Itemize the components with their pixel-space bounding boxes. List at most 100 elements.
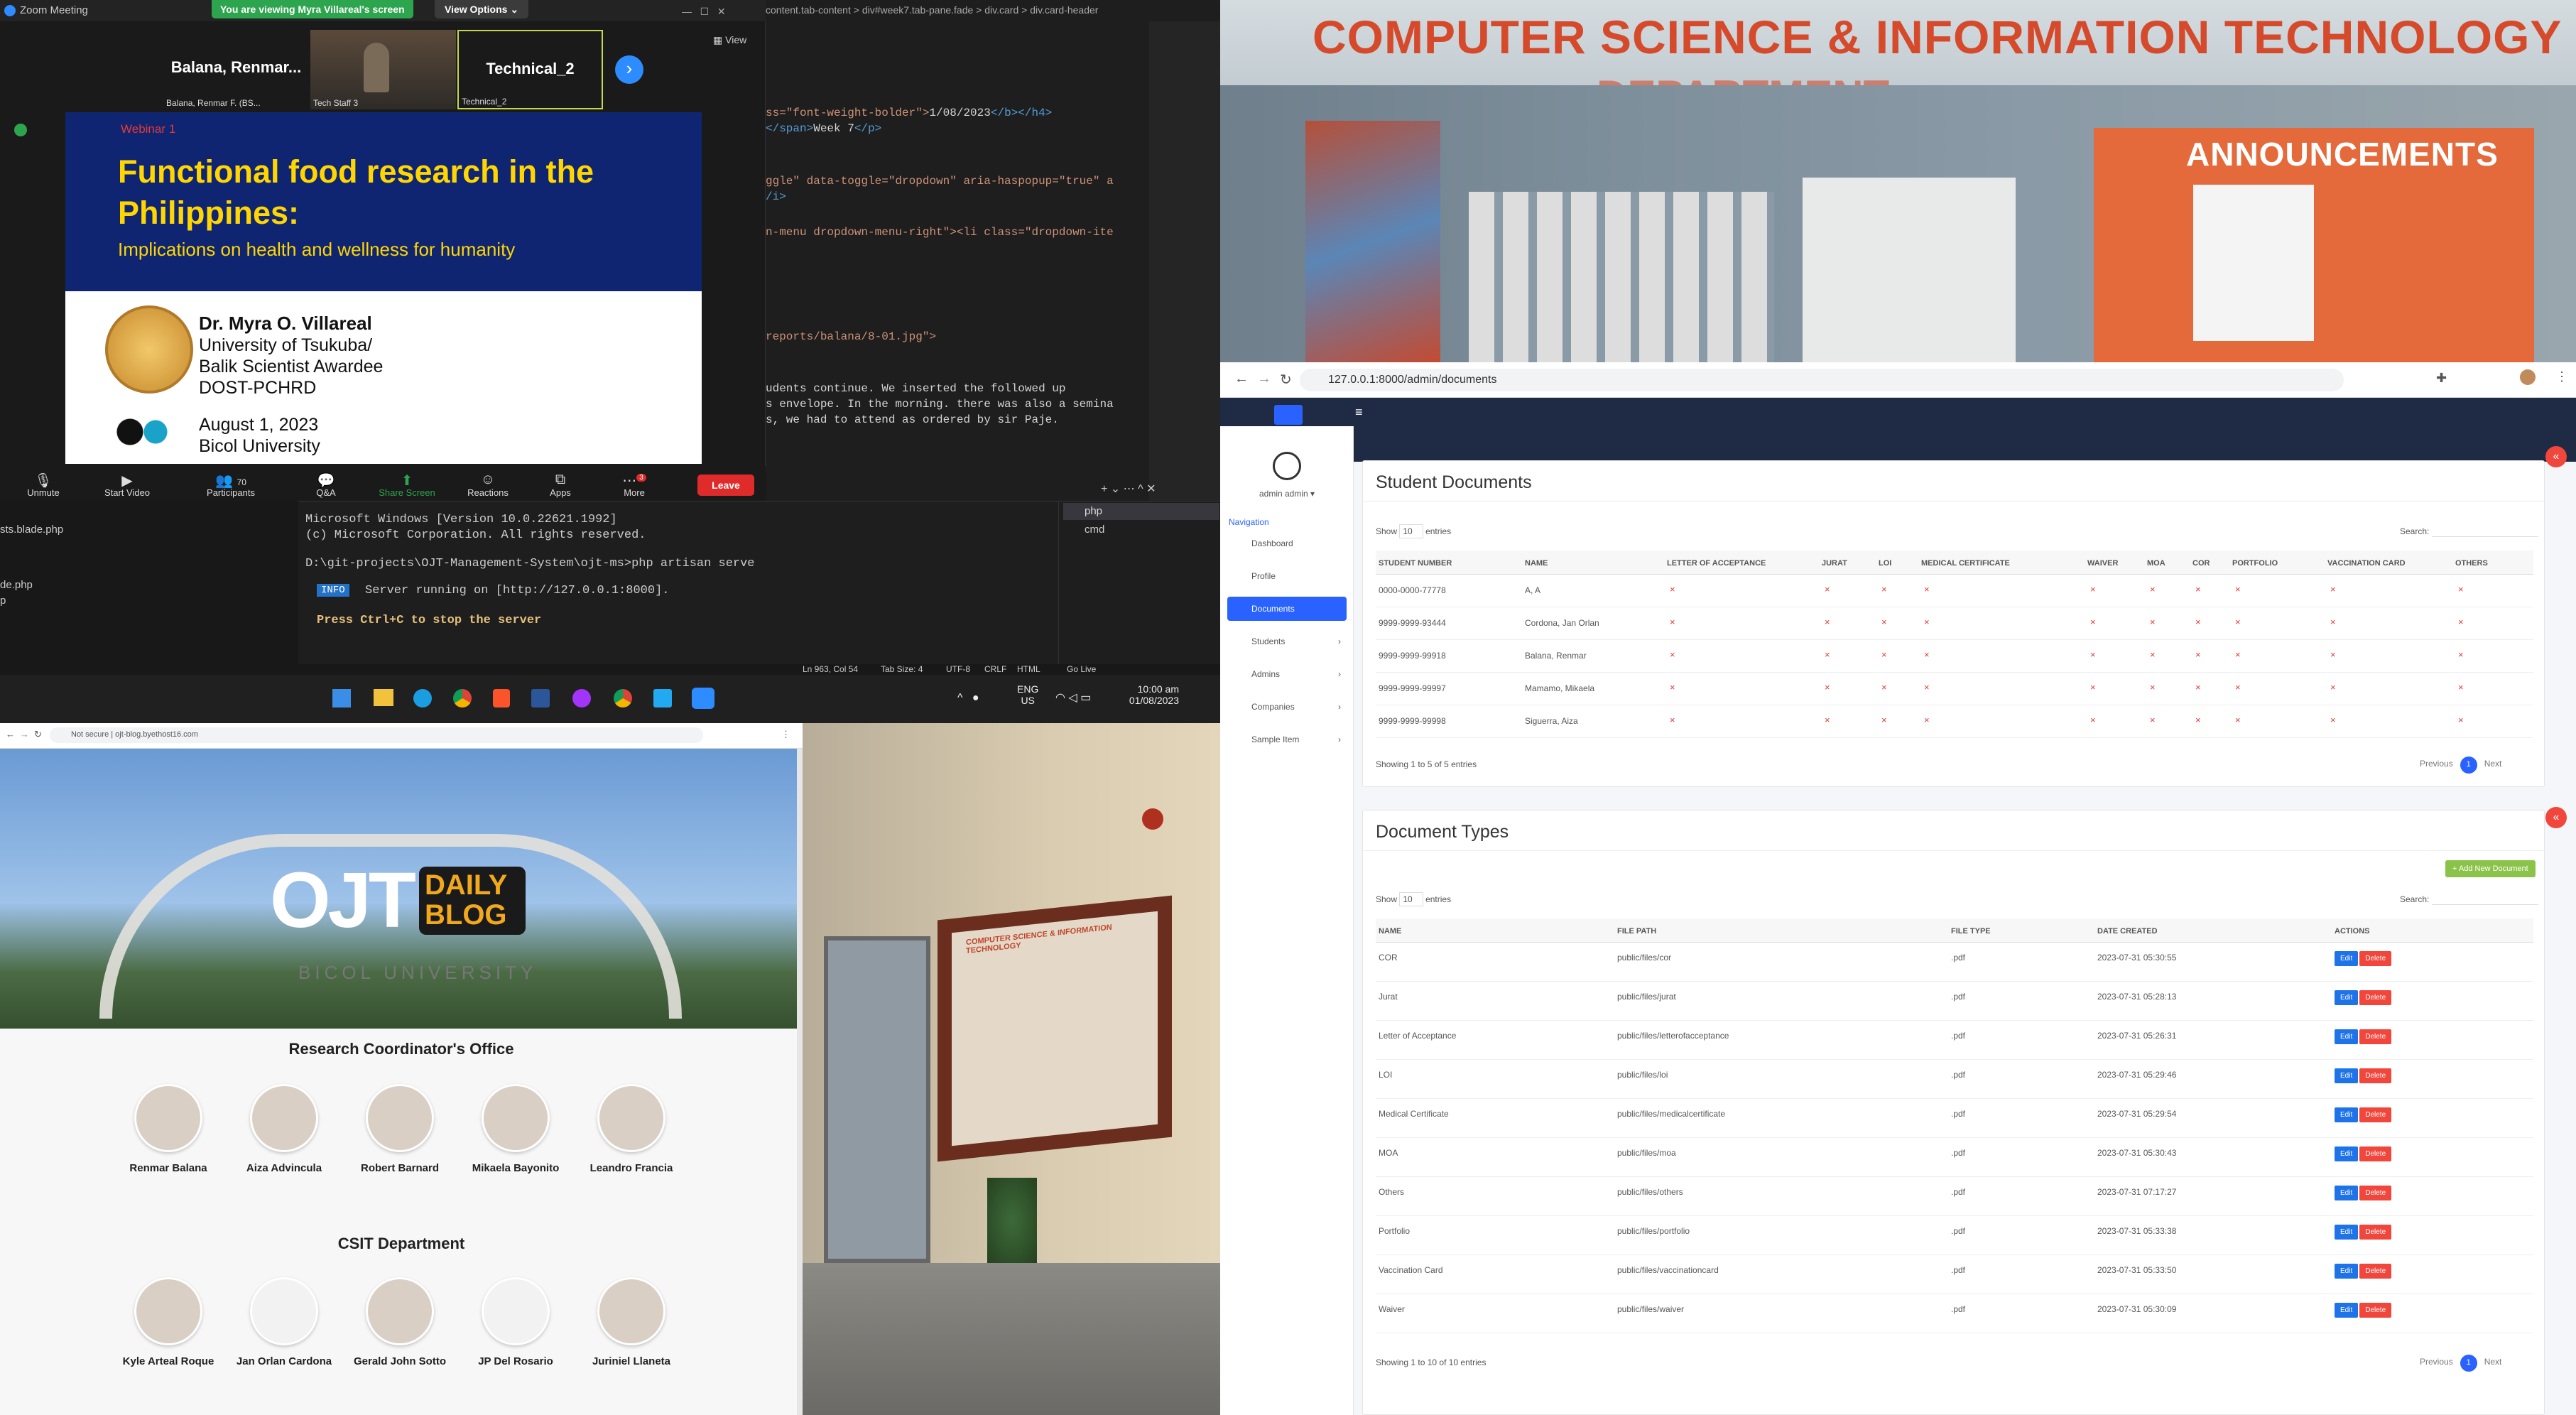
edit-button[interactable]: Edit bbox=[2335, 1225, 2359, 1240]
start-video-button[interactable]: ▶ Start Video bbox=[95, 472, 159, 498]
reload-icon[interactable]: ↻ bbox=[1280, 371, 1292, 389]
blog-address-bar[interactable]: Not secure | ojt-blog.byethost16.com bbox=[50, 727, 703, 743]
breadcrumb-item[interactable]: div#week7.tab-pane.fade bbox=[862, 4, 973, 16]
column-header[interactable]: STUDENT NUMBER bbox=[1379, 559, 1452, 568]
entries-select[interactable]: 10 bbox=[1399, 892, 1423, 906]
column-header[interactable]: OTHERS bbox=[2455, 559, 2488, 568]
prev-page-button[interactable]: Previous bbox=[2420, 1357, 2453, 1367]
add-document-button[interactable]: + Add New Document bbox=[2445, 860, 2536, 877]
sidebar-item-dashboard[interactable]: Dashboard bbox=[1227, 531, 1347, 555]
file-item[interactable]: sts.blade.php bbox=[0, 524, 63, 536]
menu-icon[interactable]: ⋮ bbox=[2555, 369, 2568, 384]
entries-select[interactable]: 10 bbox=[1399, 524, 1423, 538]
edit-button[interactable]: Edit bbox=[2335, 990, 2359, 1005]
delete-button[interactable]: Delete bbox=[2359, 1303, 2392, 1318]
volume-icon[interactable]: ◁ bbox=[1068, 692, 1077, 704]
folder-icon[interactable] bbox=[374, 689, 393, 706]
sidebar-item-sample[interactable]: Sample Item › bbox=[1227, 727, 1347, 752]
participant-tile-video[interactable]: Tech Staff 3 bbox=[310, 30, 456, 109]
participants-button[interactable]: 👥 70 Participants bbox=[199, 472, 263, 498]
zoom-icon[interactable] bbox=[692, 688, 714, 709]
edit-button[interactable]: Edit bbox=[2335, 1029, 2359, 1044]
sidebar-item-companies[interactable]: Companies › bbox=[1227, 695, 1347, 719]
column-header[interactable]: PORTFOLIO bbox=[2232, 559, 2278, 568]
edit-button[interactable]: Edit bbox=[2335, 1146, 2359, 1161]
status-eol[interactable]: CRLF bbox=[984, 664, 1006, 674]
column-header[interactable]: MEDICAL CERTIFICATE bbox=[1921, 559, 2010, 568]
column-header[interactable]: VACCINATION CARD bbox=[2327, 559, 2406, 568]
forward-icon[interactable]: → bbox=[1257, 371, 1271, 387]
share-screen-button[interactable]: ⬆ Share Screen bbox=[375, 472, 439, 498]
address-bar[interactable]: 127.0.0.1:8000/admin/documents bbox=[1300, 369, 2344, 391]
collapse-icon[interactable]: « bbox=[2545, 446, 2567, 467]
page-button[interactable]: 1 bbox=[2460, 757, 2477, 774]
collapse-icon[interactable]: « bbox=[2545, 807, 2567, 828]
page-button[interactable]: 1 bbox=[2460, 1355, 2477, 1372]
zoom-window[interactable]: Zoom Meeting You are viewing Myra Villar… bbox=[0, 0, 766, 501]
close-icon[interactable]: ✕ bbox=[717, 6, 726, 17]
mic-icon[interactable]: ● bbox=[972, 692, 979, 704]
column-header[interactable]: FILE PATH bbox=[1617, 927, 1656, 936]
column-header[interactable]: LOI bbox=[1879, 559, 1891, 568]
reload-icon[interactable]: ↻ bbox=[34, 729, 42, 740]
delete-button[interactable]: Delete bbox=[2359, 1225, 2392, 1240]
delete-button[interactable]: Delete bbox=[2359, 1107, 2392, 1122]
status-cursor[interactable]: Ln 963, Col 54 bbox=[803, 664, 858, 674]
close-icon[interactable]: ✕ bbox=[1146, 483, 1156, 495]
code-editor[interactable]: content.tab-content > div#week7.tab-pane… bbox=[766, 0, 1220, 501]
search-input[interactable] bbox=[2431, 526, 2538, 537]
brave-icon[interactable] bbox=[493, 689, 510, 708]
delete-button[interactable]: Delete bbox=[2359, 951, 2392, 966]
breadcrumb-item[interactable]: div.card-header bbox=[1030, 4, 1098, 16]
scrollbar[interactable] bbox=[797, 749, 803, 1415]
sidebar-item-documents[interactable]: Documents bbox=[1227, 597, 1347, 621]
edit-button[interactable]: Edit bbox=[2335, 951, 2359, 966]
tray-icons[interactable]: ^ ● bbox=[957, 692, 979, 705]
more-button[interactable]: ⋯ 3 More bbox=[602, 472, 666, 498]
messenger-icon[interactable] bbox=[572, 689, 591, 708]
more-icon[interactable]: ⋯ bbox=[1124, 483, 1135, 495]
back-icon[interactable]: ← bbox=[6, 729, 15, 739]
qa-button[interactable]: 💬 Q&A bbox=[294, 472, 358, 498]
next-page-button[interactable]: Next bbox=[2484, 759, 2502, 769]
column-header[interactable]: WAIVER bbox=[2087, 559, 2118, 568]
windows-start-icon[interactable] bbox=[332, 689, 351, 708]
delete-button[interactable]: Delete bbox=[2359, 1186, 2392, 1200]
file-item[interactable]: p bbox=[0, 595, 6, 607]
view-options-button[interactable]: View Options ⌄ bbox=[435, 0, 529, 18]
window-controls[interactable]: — ☐ ✕ bbox=[682, 6, 726, 18]
chrome-icon[interactable] bbox=[614, 689, 632, 708]
menu-icon[interactable]: ⋮ bbox=[781, 729, 790, 740]
column-header[interactable]: MOA bbox=[2147, 559, 2165, 568]
terminal-tab-cmd[interactable]: cmd bbox=[1063, 521, 1219, 538]
column-header[interactable]: JURAT bbox=[1822, 559, 1847, 568]
column-header[interactable]: DATE CREATED bbox=[2097, 927, 2158, 936]
minimize-icon[interactable]: — bbox=[682, 6, 692, 17]
language-indicator[interactable]: ENG US bbox=[1017, 683, 1038, 706]
clock[interactable]: 10:00 am 01/08/2023 bbox=[1128, 683, 1179, 706]
extensions-icon[interactable]: ✚ bbox=[2436, 371, 2447, 386]
user-menu[interactable]: admin admin ▾ bbox=[1220, 489, 1354, 499]
chrome-icon[interactable] bbox=[453, 689, 472, 708]
sidebar-item-admins[interactable]: Admins › bbox=[1227, 662, 1347, 686]
file-explorer[interactable]: sts.blade.php de.php p bbox=[0, 501, 298, 664]
maximize-icon[interactable]: ☐ bbox=[700, 6, 710, 17]
delete-button[interactable]: Delete bbox=[2359, 1264, 2392, 1279]
edit-button[interactable]: Edit bbox=[2335, 1107, 2359, 1122]
prev-page-button[interactable]: Previous bbox=[2420, 759, 2453, 769]
view-button[interactable]: ▦ View bbox=[713, 34, 746, 46]
tray-status-icons[interactable]: ◠ ◁ ▭ bbox=[1055, 690, 1091, 705]
column-header[interactable]: COR bbox=[2192, 559, 2210, 568]
search-input[interactable] bbox=[2431, 894, 2538, 905]
plus-icon[interactable]: + bbox=[1101, 483, 1107, 495]
battery-icon[interactable]: ▭ bbox=[1080, 692, 1091, 704]
column-header[interactable]: LETTER OF ACCEPTANCE bbox=[1667, 559, 1766, 568]
delete-button[interactable]: Delete bbox=[2359, 1068, 2392, 1083]
edge-icon[interactable] bbox=[413, 689, 432, 708]
editor-breadcrumb[interactable]: content.tab-content > div#week7.tab-pane… bbox=[766, 0, 1220, 21]
participant-tile[interactable]: Balana, Renmar... Balana, Renmar F. (BS.… bbox=[163, 30, 309, 109]
terminal-actions[interactable]: + ⌄ ⋯ ^ ✕ bbox=[1101, 482, 1156, 496]
unmute-button[interactable]: 🎙 Unmute bbox=[11, 472, 75, 498]
hamburger-icon[interactable]: ≡ bbox=[1355, 405, 1363, 420]
breadcrumb-item[interactable]: content.tab-content bbox=[766, 4, 851, 16]
